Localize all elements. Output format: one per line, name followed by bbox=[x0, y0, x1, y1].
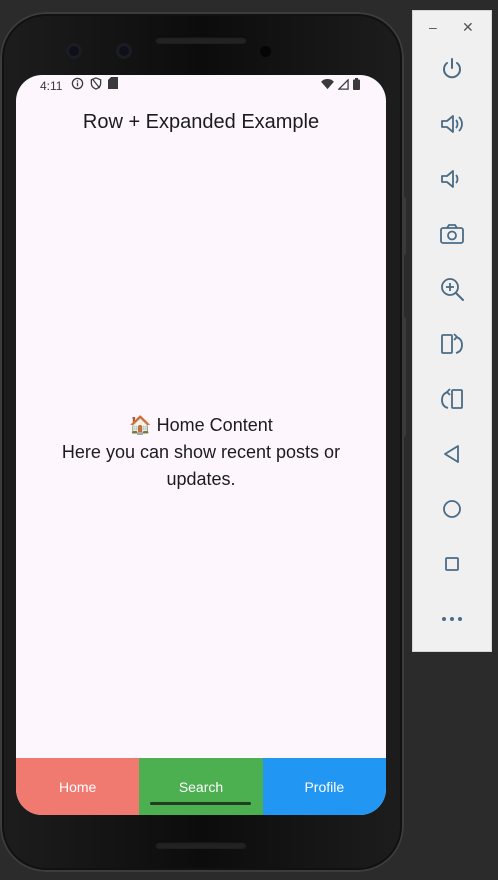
zoom-in-icon bbox=[441, 278, 464, 301]
back-button[interactable] bbox=[434, 436, 470, 472]
more-icon bbox=[442, 617, 462, 621]
status-time: 4:11 bbox=[40, 79, 63, 93]
bottom-speaker bbox=[155, 841, 247, 849]
power-button[interactable] bbox=[434, 51, 470, 87]
close-button[interactable]: ✕ bbox=[462, 19, 474, 36]
rotate-left-button[interactable] bbox=[434, 326, 470, 362]
zoom-button[interactable] bbox=[434, 271, 470, 307]
camera-icon bbox=[440, 224, 464, 244]
home-button[interactable] bbox=[434, 491, 470, 527]
overview-button[interactable] bbox=[434, 546, 470, 582]
bottom-nav-row: Home Search Profile bbox=[16, 758, 386, 815]
power-side-button bbox=[402, 197, 406, 255]
status-icons-left bbox=[71, 77, 118, 90]
power-icon bbox=[443, 58, 461, 79]
content-heading: 🏠 Home Content bbox=[129, 415, 273, 435]
status-bar: 4:11 bbox=[16, 75, 386, 97]
rotate-right-icon bbox=[441, 388, 463, 409]
profile-nav-button[interactable]: Profile bbox=[262, 758, 386, 815]
home-nav-button[interactable]: Home bbox=[16, 758, 140, 815]
home-nav-label: Home bbox=[58, 778, 97, 795]
volume-down-icon bbox=[441, 170, 459, 188]
rotate-right-button[interactable] bbox=[434, 381, 470, 417]
home-icon bbox=[443, 500, 461, 518]
emulator-toolbar: – ✕ bbox=[412, 10, 492, 652]
wifi-icon bbox=[321, 78, 334, 89]
minimize-button[interactable]: – bbox=[429, 19, 437, 35]
device-screen: 4:11 Row + Expanded Example 🏠 Home Conte… bbox=[16, 75, 386, 815]
battery-icon bbox=[353, 78, 360, 90]
signal-icon bbox=[338, 78, 349, 90]
screenshot-button[interactable] bbox=[434, 216, 470, 252]
info-icon bbox=[71, 77, 84, 90]
sd-card-icon bbox=[108, 77, 118, 89]
proximity-sensor bbox=[260, 46, 271, 57]
rotate-left-icon bbox=[441, 333, 463, 354]
content-description: Here you can show recent posts or update… bbox=[61, 442, 341, 489]
front-camera-left bbox=[66, 43, 82, 59]
profile-nav-label: Profile bbox=[304, 778, 345, 795]
status-icons-right bbox=[321, 78, 360, 90]
home-content: 🏠 Home Content Here you can show recent … bbox=[46, 412, 356, 493]
volume-side-button bbox=[402, 317, 406, 437]
overview-icon bbox=[445, 557, 459, 571]
search-nav-button[interactable]: Search bbox=[139, 758, 263, 815]
selected-indicator bbox=[150, 802, 252, 805]
front-camera-right bbox=[116, 43, 132, 59]
back-icon bbox=[444, 445, 459, 463]
volume-up-button[interactable] bbox=[434, 106, 470, 142]
volume-down-button[interactable] bbox=[434, 161, 470, 197]
volume-up-icon bbox=[441, 115, 463, 133]
toolbar-window-controls: – ✕ bbox=[413, 19, 491, 39]
search-nav-label: Search bbox=[178, 778, 224, 795]
shield-icon bbox=[90, 77, 102, 90]
top-speaker bbox=[155, 36, 247, 44]
page-title: Row + Expanded Example bbox=[82, 111, 320, 133]
more-button[interactable] bbox=[434, 601, 470, 637]
